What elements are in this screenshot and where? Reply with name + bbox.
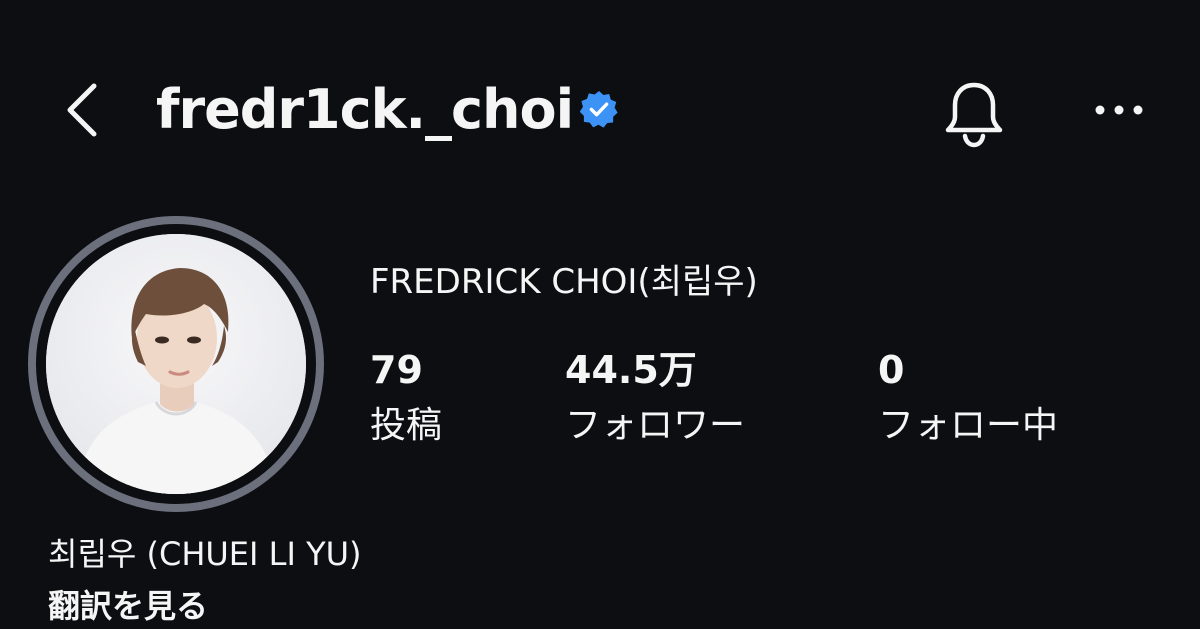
back-button[interactable] [52, 80, 112, 140]
stat-followers-value: 44.5万 [565, 348, 697, 392]
profile-username: fredr1ck._choi [156, 78, 574, 141]
stat-following-label: フォロー中 [878, 405, 1059, 446]
stat-posts-value: 79 [370, 348, 423, 392]
avatar [46, 234, 306, 494]
stat-posts-label: 投稿 [370, 405, 443, 446]
stat-posts[interactable]: 79 投稿 [370, 344, 442, 452]
stat-following-value: 0 [878, 348, 905, 392]
bio-name: 최립우 (CHUEI LI YU) [48, 535, 362, 573]
stat-followers[interactable]: 44.5万 フォロワー [565, 344, 745, 452]
stat-following[interactable]: 0 フォロー中 [878, 344, 1058, 452]
chevron-left-icon [67, 83, 97, 137]
more-horizontal-icon [1095, 105, 1143, 115]
avatar-ring[interactable] [28, 216, 324, 512]
more-options-button[interactable] [1084, 82, 1154, 138]
verified-badge-icon [580, 90, 618, 128]
see-translation-link[interactable]: 翻訳を見る [48, 582, 208, 629]
profile-page: fredr1ck._choi FREDRICK CHOI(최립우) 79 投稿 … [0, 0, 1200, 629]
profile-display-name: FREDRICK CHOI(최립우) [370, 262, 758, 302]
notifications-button[interactable] [938, 78, 1010, 150]
bell-icon [945, 82, 1003, 148]
profile-header: fredr1ck._choi [0, 62, 1200, 158]
stat-followers-label: フォロワー [565, 405, 746, 446]
profile-photo [46, 234, 306, 494]
